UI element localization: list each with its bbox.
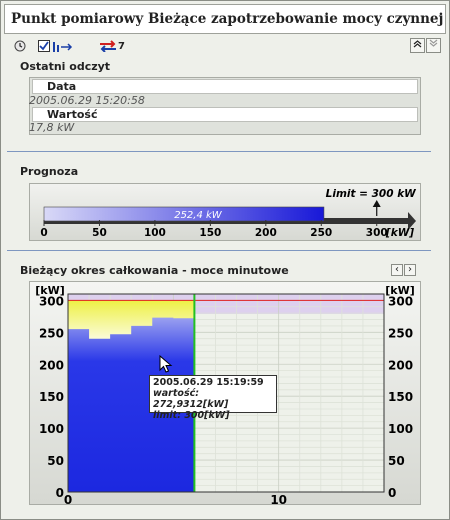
- period-prev-button[interactable]: ‹: [391, 264, 403, 276]
- forecast-tick-label: 150: [199, 227, 221, 239]
- y-tick-label: 0: [56, 486, 64, 500]
- y-tick-label: 250: [39, 326, 64, 340]
- reading-value: 17,8 kW: [29, 121, 75, 134]
- x-tick-label: 0: [64, 493, 72, 506]
- y-tick-label: 0: [388, 486, 396, 500]
- item-count: 7: [118, 40, 125, 52]
- data-tooltip: 2005.06.29 15:19:59 wartość: 272,9312[kW…: [149, 375, 277, 421]
- period-next-button[interactable]: ›: [404, 264, 416, 276]
- mouse-pointer-icon: [159, 355, 173, 373]
- phase-bars-icon[interactable]: [52, 39, 74, 53]
- tooltip-value: wartość: 272,9312[kW]: [153, 388, 229, 410]
- toolbar: 7: [4, 37, 446, 57]
- forecast-limit-arrowhead: [372, 200, 381, 207]
- chevron-up-double-icon: [413, 40, 422, 48]
- transfer-arrows-icon[interactable]: [98, 39, 118, 53]
- collapse-down-button[interactable]: [426, 38, 441, 53]
- y-tick-label: 100: [388, 422, 413, 436]
- forecast-limit-label: Limit = 300 kW: [326, 188, 417, 200]
- section-title-last-reading: Ostatni odczyt: [20, 60, 111, 73]
- y-tick-label: 50: [47, 454, 64, 468]
- value-label: Wartość: [32, 107, 418, 122]
- collapse-up-button[interactable]: [410, 38, 425, 53]
- y-tick-label: 50: [388, 454, 405, 468]
- app-window: Punkt pomiarowy Bieżące zapotrzebowanie …: [0, 0, 450, 520]
- forecast-tick-label: 100: [144, 227, 166, 239]
- forecast-panel: 252,4 kW Limit = 300 kW 0 50 100 150 200 250 3…: [29, 183, 421, 241]
- forecast-tick-label: 50: [92, 227, 107, 239]
- x-tick-label: 10: [270, 493, 287, 506]
- chevron-down-double-icon: [429, 39, 438, 47]
- forecast-tick-label: 300: [366, 227, 388, 239]
- divider: [7, 151, 431, 152]
- y-tick-label: 250: [388, 326, 413, 340]
- y-tick-label: 200: [39, 358, 64, 372]
- history-icon[interactable]: [14, 39, 26, 53]
- forecast-tick-label: 250: [310, 227, 332, 239]
- date-value: 2005.06.29 15:20:58: [29, 94, 145, 107]
- section-title-forecast: Prognoza: [20, 165, 79, 178]
- y-unit-right: [kW]: [385, 284, 415, 297]
- y-tick-label: 150: [39, 390, 64, 404]
- forecast-gauge: 252,4 kW Limit = 300 kW 0 50 100 150 200 250 3…: [40, 188, 417, 239]
- section-title-period: Bieżący okres całkowania - moce minutowe: [20, 264, 289, 277]
- forecast-tick-label: 0: [40, 227, 47, 239]
- tooltip-timestamp: 2005.06.29 15:19:59: [153, 377, 264, 388]
- forecast-tick-label: 200: [255, 227, 277, 239]
- x-axis: 0 10: [64, 493, 287, 506]
- y-axis-right: 050100150200250300: [388, 294, 413, 500]
- forecast-unit: [kW]: [385, 227, 414, 239]
- date-label: Data: [32, 79, 418, 94]
- window-title: Punkt pomiarowy Bieżące zapotrzebowanie …: [4, 4, 446, 34]
- divider: [7, 250, 431, 251]
- y-tick-label: 100: [39, 422, 64, 436]
- y-tick-label: 200: [388, 358, 413, 372]
- tooltip-limit: limit: 300[kW]: [153, 410, 230, 421]
- y-unit-left: [kW]: [35, 284, 65, 297]
- y-tick-label: 150: [388, 390, 413, 404]
- checkbox-checked-icon[interactable]: [38, 39, 50, 53]
- y-axis-left: 050100150200250300: [39, 294, 64, 500]
- forecast-bar-label: 252,4 kW: [174, 210, 223, 221]
